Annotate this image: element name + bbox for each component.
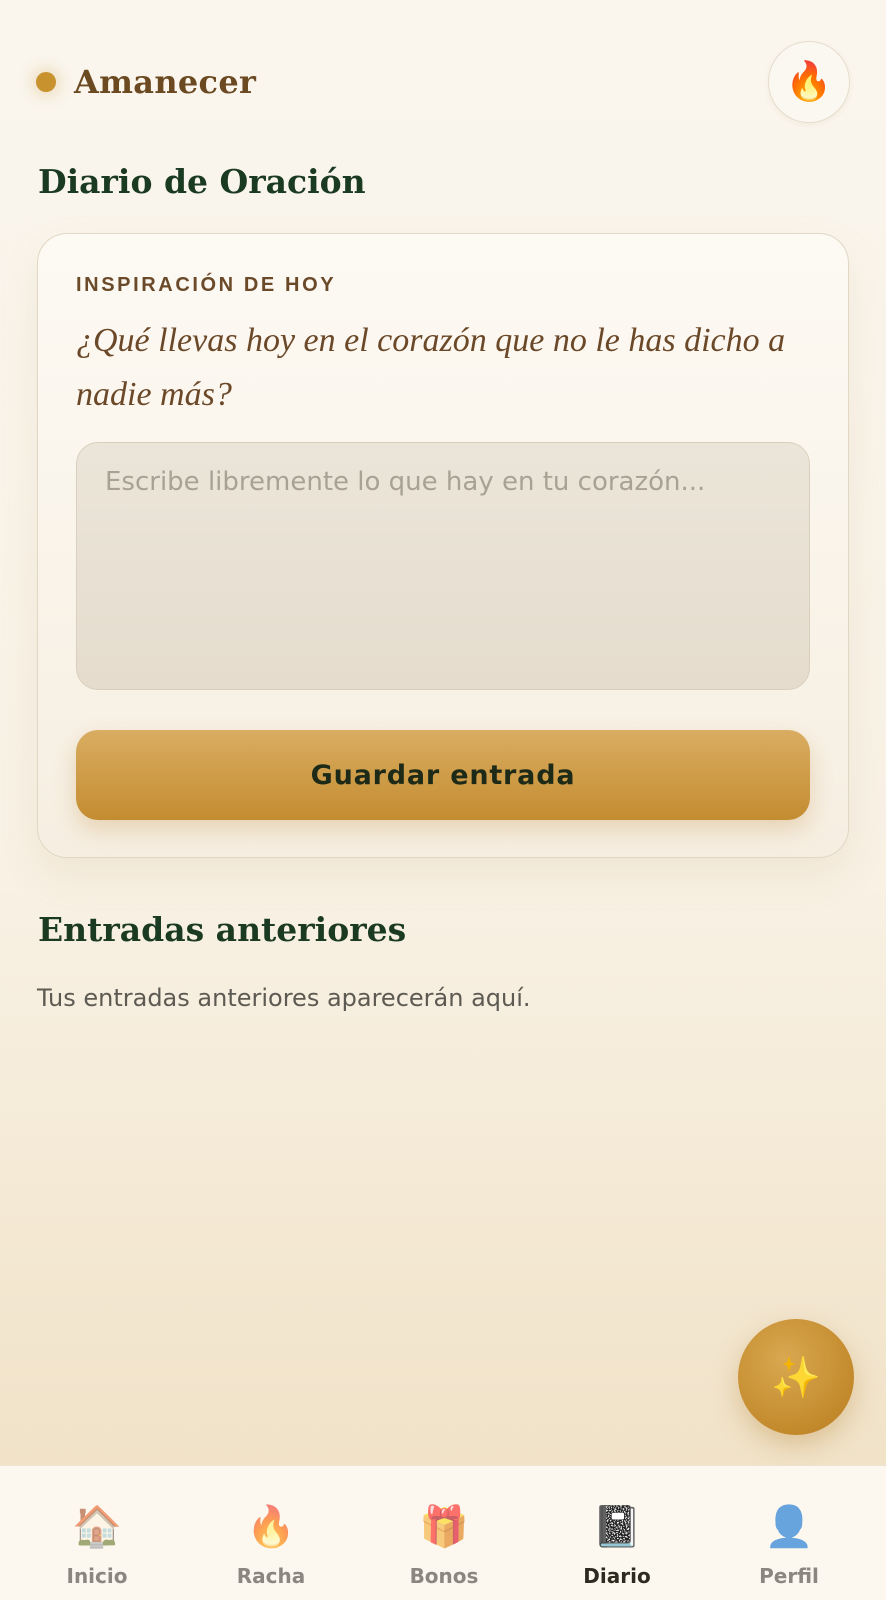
save-entry-button[interactable]: Guardar entrada bbox=[76, 730, 810, 820]
nav-item-bonos[interactable]: 🎁 Bonos bbox=[374, 1466, 514, 1600]
journal-card: INSPIRACIÓN DE HOY ¿Qué llevas hoy en el… bbox=[37, 233, 849, 858]
brand: Amanecer bbox=[36, 60, 256, 104]
previous-entries-title: Entradas anteriores bbox=[38, 910, 407, 949]
page-title: Diario de Oración bbox=[38, 162, 366, 201]
nav-item-racha[interactable]: 🔥 Racha bbox=[201, 1466, 341, 1600]
streak-button[interactable]: 🔥 bbox=[768, 41, 850, 123]
app-header: Amanecer 🔥 bbox=[0, 0, 886, 150]
nav-label: Diario bbox=[583, 1564, 651, 1588]
sparkles-fab-button[interactable]: ✨ bbox=[738, 1319, 854, 1435]
user-icon: 👤 bbox=[764, 1505, 814, 1549]
gift-icon: 🎁 bbox=[419, 1505, 469, 1549]
nav-item-diario[interactable]: 📓 Diario bbox=[547, 1466, 687, 1600]
fire-icon: 🔥 bbox=[246, 1505, 296, 1549]
inspiration-label: INSPIRACIÓN DE HOY bbox=[76, 274, 337, 296]
app-name: Amanecer bbox=[74, 63, 257, 101]
bottom-nav: 🏠 Inicio 🔥 Racha 🎁 Bonos 📓 Diario 👤 Perf… bbox=[0, 1465, 886, 1600]
nav-item-perfil[interactable]: 👤 Perfil bbox=[719, 1466, 859, 1600]
nav-label: Racha bbox=[236, 1564, 306, 1588]
nav-item-inicio[interactable]: 🏠 Inicio bbox=[27, 1466, 167, 1600]
sparkles-icon: ✨ bbox=[771, 1355, 821, 1400]
brand-dot-icon bbox=[36, 72, 56, 92]
inspiration-prompt: ¿Qué llevas hoy en el corazón que no le … bbox=[76, 322, 786, 413]
nav-label: Perfil bbox=[759, 1564, 819, 1588]
nav-label: Bonos bbox=[409, 1564, 479, 1588]
notebook-icon: 📓 bbox=[592, 1505, 642, 1549]
nav-label: Inicio bbox=[66, 1564, 128, 1588]
previous-entries-empty-text: Tus entradas anteriores aparecerán aquí. bbox=[37, 984, 531, 1012]
journal-entry-input[interactable] bbox=[76, 442, 810, 690]
fire-icon: 🔥 bbox=[785, 61, 833, 103]
house-icon: 🏠 bbox=[72, 1505, 122, 1549]
